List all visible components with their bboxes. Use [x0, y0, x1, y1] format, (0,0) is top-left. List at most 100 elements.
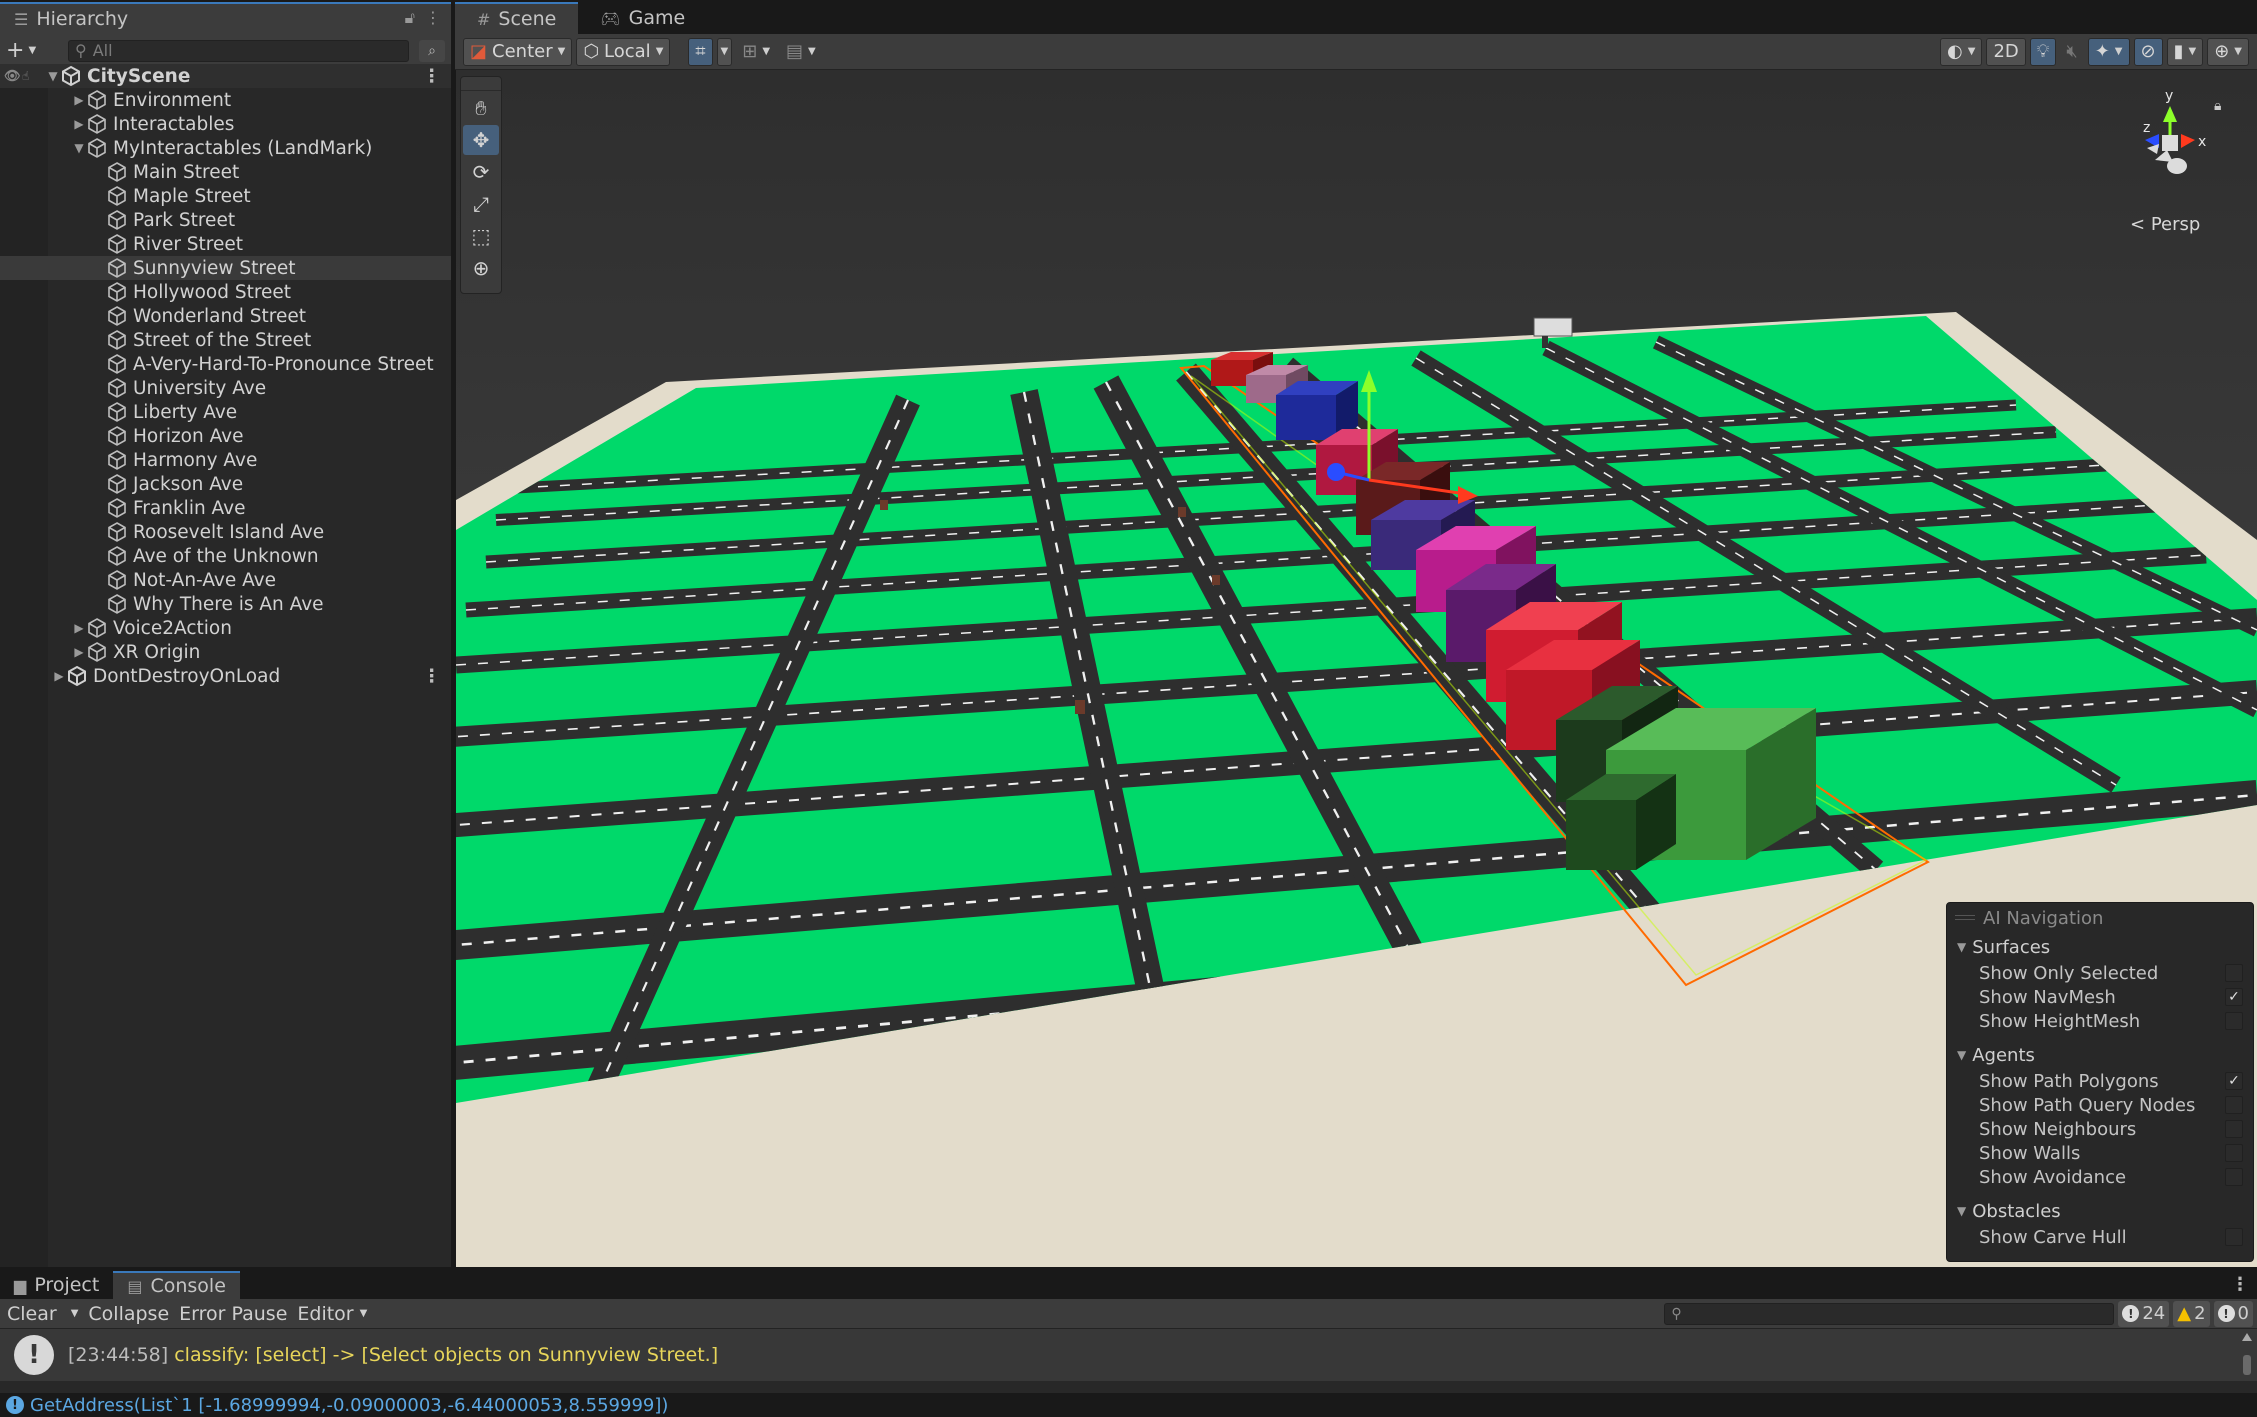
ai-nav-title[interactable]: AI Navigation — [1947, 903, 2253, 933]
log-entry[interactable]: ! [23:44:58] classify: [select] -> [Sele… — [0, 1329, 2257, 1381]
expand-arrow-icon[interactable]: ▼ — [46, 69, 60, 83]
ai-nav-option[interactable]: Show Carve Hull — [1947, 1225, 2253, 1249]
gizmos-dropdown[interactable]: ⊕ ▼ — [2207, 37, 2249, 66]
toggle-2d-button[interactable]: 2D — [1986, 37, 2026, 66]
option-checkbox[interactable] — [2225, 1228, 2243, 1246]
tab-scene[interactable]: # Scene — [455, 2, 579, 34]
vertex-snap-button[interactable]: ▤ ▼ — [780, 38, 822, 66]
option-checkbox[interactable] — [2225, 1012, 2243, 1030]
hierarchy-item[interactable]: Maple Street — [0, 184, 451, 208]
clear-button[interactable]: Clear ▼ — [4, 1301, 81, 1327]
increment-snap-button[interactable]: ⊞ ▼ — [736, 38, 776, 66]
console-scrollbar[interactable] — [2241, 1331, 2253, 1391]
option-checkbox[interactable] — [2225, 1120, 2243, 1138]
hierarchy-item[interactable]: Horizon Ave — [0, 424, 451, 448]
hierarchy-item[interactable]: Ave of the Unknown — [0, 544, 451, 568]
ai-nav-section[interactable]: ▼ Obstacles — [1947, 1197, 2253, 1225]
rect-tool-button[interactable]: ⬚ — [463, 221, 499, 251]
gizmo-lock-icon[interactable]: 🔒︎ — [2214, 98, 2221, 114]
expand-arrow-icon[interactable]: ▶ — [72, 93, 86, 107]
pick-icon[interactable]: ☝︎ — [22, 69, 36, 83]
gizmo-z-handle[interactable] — [1327, 463, 1345, 481]
hierarchy-item[interactable]: University Ave — [0, 376, 451, 400]
hierarchy-item[interactable]: Hollywood Street — [0, 280, 451, 304]
hand-tool-button[interactable]: ✋︎ — [463, 93, 499, 123]
eye-icon[interactable]: 👁︎ — [4, 69, 21, 84]
lock-icon[interactable]: 🔓︎ — [405, 8, 415, 28]
hierarchy-item[interactable]: Main Street — [0, 160, 451, 184]
hierarchy-item[interactable]: A-Very-Hard-To-Pronounce Street — [0, 352, 451, 376]
hierarchy-item[interactable]: ▶ XR Origin — [0, 640, 451, 664]
scale-tool-button[interactable]: ⤢ — [463, 189, 499, 219]
ai-nav-option[interactable]: Show Neighbours — [1947, 1117, 2253, 1141]
expand-arrow-icon[interactable]: ▶ — [72, 117, 86, 131]
collapse-button[interactable]: Collapse — [85, 1301, 172, 1327]
hierarchy-item[interactable]: ▶ Voice2Action — [0, 616, 451, 640]
tab-hierarchy[interactable]: ☰ Hierarchy 🔓︎ ⋮ — [0, 2, 451, 34]
draw-mode-dropdown[interactable]: ◐ ▼ — [1940, 37, 1983, 66]
ai-nav-option[interactable]: Show Only Selected — [1947, 961, 2253, 985]
ai-nav-option[interactable]: Show HeightMesh — [1947, 1009, 2253, 1033]
hierarchy-item[interactable]: Harmony Ave — [0, 448, 451, 472]
tab-console[interactable]: ▤ Console — [113, 1271, 240, 1299]
ai-nav-section[interactable]: ▼ Agents — [1947, 1041, 2253, 1069]
ai-nav-option[interactable]: Show Avoidance — [1947, 1165, 2253, 1189]
ai-nav-section[interactable]: ▼ Surfaces — [1947, 933, 2253, 961]
hierarchy-item[interactable]: ▶ Interactables — [0, 112, 451, 136]
option-checkbox[interactable] — [2225, 964, 2243, 982]
option-checkbox[interactable]: ✓ — [2225, 988, 2243, 1006]
ai-nav-option[interactable]: Show NavMesh ✓ — [1947, 985, 2253, 1009]
ai-nav-option[interactable]: Show Path Query Nodes — [1947, 1093, 2253, 1117]
rotate-tool-button[interactable]: ⟳ — [463, 157, 499, 187]
hidden-objects-toggle[interactable]: ⊘ — [2133, 37, 2163, 66]
scene-more-icon[interactable]: ⋮ — [423, 66, 442, 87]
hierarchy-item[interactable]: Park Street — [0, 208, 451, 232]
scene-root-row[interactable]: 👁︎ ☝︎ ▼ CityScene ⋮ — [0, 64, 451, 88]
expand-arrow-icon[interactable]: ▶ — [72, 645, 86, 659]
tab-project[interactable]: ▆ Project — [0, 1271, 113, 1299]
hierarchy-item[interactable]: Not-An-Ave Ave — [0, 568, 451, 592]
expand-arrow-icon[interactable]: ▶ — [52, 669, 66, 683]
gizmo-x-cone[interactable] — [2181, 134, 2195, 148]
hierarchy-search-input[interactable]: ⚲ All — [68, 39, 409, 62]
hierarchy-item[interactable]: Why There is An Ave — [0, 592, 451, 616]
hierarchy-item[interactable]: Jackson Ave — [0, 472, 451, 496]
effects-dropdown[interactable]: ✦ ▼ — [2087, 37, 2130, 66]
info-count-toggle[interactable]: ! 24 — [2118, 1300, 2170, 1327]
grid-snap-button[interactable]: ⌗ — [688, 37, 713, 66]
warning-count-toggle[interactable]: ▲ 2 — [2173, 1300, 2210, 1327]
console-search-input[interactable]: ⚲ — [1664, 1302, 2115, 1325]
option-checkbox[interactable] — [2225, 1144, 2243, 1162]
hierarchy-item[interactable]: ▼ MyInteractables (LandMark) — [0, 136, 451, 160]
search-by-type-icon[interactable]: ⌕ — [419, 39, 445, 62]
console-more-icon[interactable]: ⋮ — [2231, 1274, 2249, 1295]
editor-dropdown[interactable]: Editor ▼ — [294, 1301, 370, 1327]
expand-arrow-icon[interactable]: ▼ — [72, 141, 86, 155]
transform-tool-button[interactable]: ⊕ — [463, 253, 499, 283]
hierarchy-item[interactable]: Roosevelt Island Ave — [0, 520, 451, 544]
ai-nav-option[interactable]: Show Path Polygons ✓ — [1947, 1069, 2253, 1093]
ai-nav-option[interactable]: Show Walls — [1947, 1141, 2253, 1165]
grid-snap-menu[interactable]: ▼ — [716, 37, 733, 66]
hierarchy-item[interactable]: River Street — [0, 232, 451, 256]
status-bar[interactable]: ! GetAddress(List`1 [-1.68999994,-0.0900… — [0, 1393, 2257, 1417]
camera-dropdown[interactable]: ▮ ▼ — [2166, 37, 2204, 66]
expand-arrow-icon[interactable]: ▶ — [72, 621, 86, 635]
hierarchy-item[interactable]: Liberty Ave — [0, 400, 451, 424]
dontdestroy-row[interactable]: ▶ DontDestroyOnLoad ⋮ — [0, 664, 451, 688]
option-checkbox[interactable] — [2225, 1168, 2243, 1186]
hierarchy-item[interactable]: Street of the Street — [0, 328, 451, 352]
lighting-toggle[interactable]: 💡︎ — [2029, 37, 2057, 66]
dontdestroy-more-icon[interactable]: ⋮ — [423, 666, 442, 687]
error-count-toggle[interactable]: ! 0 — [2213, 1300, 2253, 1327]
more-menu-icon[interactable]: ⋮ — [425, 8, 441, 28]
option-checkbox[interactable]: ✓ — [2225, 1072, 2243, 1090]
hierarchy-item[interactable]: Wonderland Street — [0, 304, 451, 328]
projection-toggle[interactable]: < Persp — [2130, 214, 2200, 235]
orientation-gizmo[interactable]: y x z — [2125, 88, 2215, 198]
hierarchy-item[interactable]: Franklin Ave — [0, 496, 451, 520]
hierarchy-item[interactable]: Sunnyview Street — [0, 256, 451, 280]
tab-game[interactable]: 🎮︎ Game — [578, 2, 707, 34]
hierarchy-item[interactable]: ▶ Environment — [0, 88, 451, 112]
palette-grip[interactable] — [461, 77, 501, 91]
